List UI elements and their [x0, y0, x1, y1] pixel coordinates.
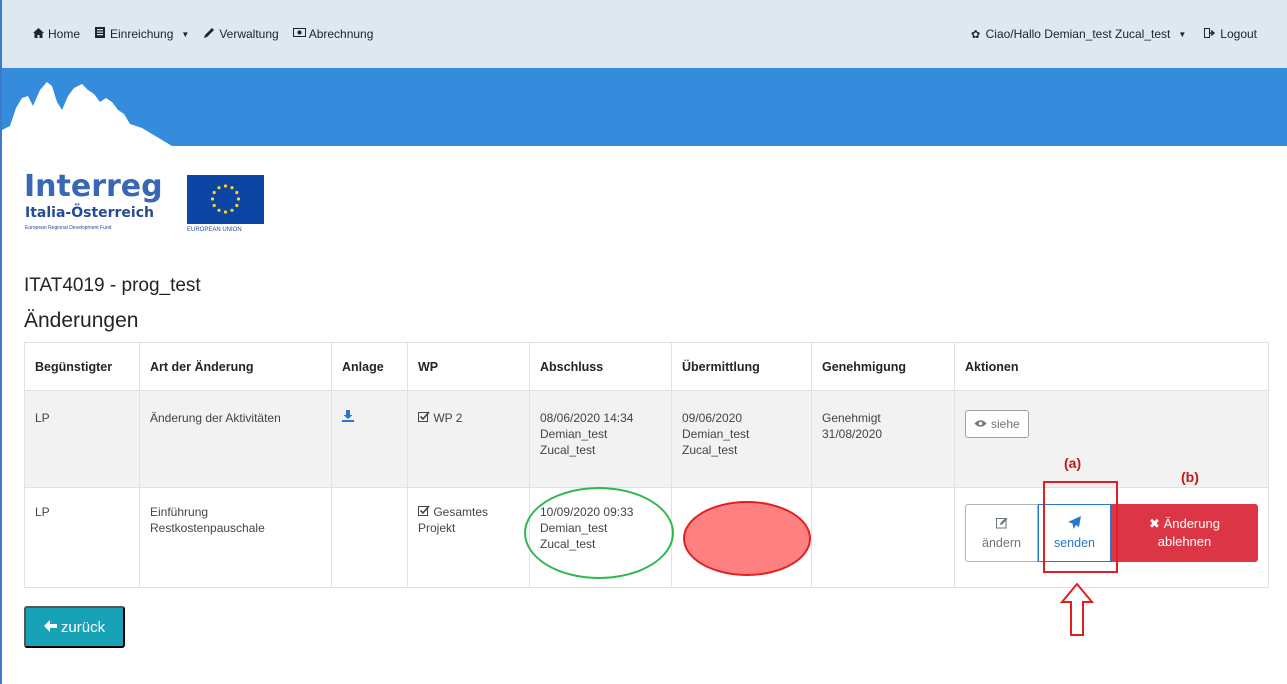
nav-left: Home Einreichung ▼ Verwaltung Abrechnung: [2, 27, 373, 41]
nav-verwaltung[interactable]: Verwaltung: [203, 27, 279, 41]
type-line-1: Einführung: [150, 505, 209, 519]
section-title: Änderungen: [24, 309, 139, 332]
edit-button-label: ändern: [982, 535, 1021, 550]
genehmigung-date: 31/08/2020: [822, 427, 883, 441]
wp-line-2: Projekt: [418, 521, 456, 535]
reject-button-label-2: ablehnen: [1157, 534, 1212, 549]
annotation-red-filled-ellipse: [683, 501, 811, 576]
view-button[interactable]: siehe: [965, 410, 1029, 438]
nav-home[interactable]: Home: [32, 27, 80, 41]
uebermittlung-user-first: Demian_test: [682, 427, 750, 441]
interreg-logo: Interreg Italia-Österreich European Regi…: [24, 172, 264, 234]
cell-genehmigung: Genehmigt 31/08/2020: [811, 390, 955, 488]
logo-fund-label: European Regional Development Fund: [25, 225, 112, 231]
cell-beneficiary: LP: [24, 487, 140, 588]
annotation-label-a: (a): [1064, 455, 1082, 471]
nav-abrechnung[interactable]: Abrechnung: [292, 27, 374, 41]
caret-down-icon: ▼: [181, 29, 190, 39]
reject-button-content: ✖ Änderung ablehnen: [1149, 515, 1220, 551]
nav-user-dropdown[interactable]: ✿ Ciao/Hallo Demian_test Zucal_test ▼: [970, 27, 1187, 41]
abschluss-user-last: Zucal_test: [540, 443, 596, 457]
top-navbar: Home Einreichung ▼ Verwaltung Abrechnung…: [2, 0, 1287, 68]
col-header-aktionen: Aktionen: [954, 342, 1269, 391]
nav-home-label: Home: [48, 27, 81, 41]
times-icon: ✖: [1149, 516, 1160, 531]
abschluss-date: 08/06/2020 14:34: [540, 411, 634, 425]
caret-down-icon: ▼: [1178, 29, 1187, 39]
home-icon: [32, 27, 44, 41]
cell-genehmigung: [811, 487, 955, 588]
edit-button[interactable]: ändern: [965, 504, 1038, 562]
nav-user-label: Ciao/Hallo Demian_test Zucal_test: [985, 27, 1171, 41]
view-button-label: siehe: [991, 417, 1020, 431]
logo-wordmark: Interreg: [24, 169, 163, 204]
cell-type: Änderung der Aktivitäten: [139, 390, 332, 488]
uebermittlung-date: 09/06/2020: [682, 411, 743, 425]
cell-attachment: [331, 390, 408, 488]
back-button[interactable]: zurück: [24, 606, 125, 648]
nav-right: ✿ Ciao/Hallo Demian_test Zucal_test ▼ Lo…: [970, 27, 1287, 41]
mountain-silhouette-icon: [2, 82, 172, 146]
cell-actions: siehe: [954, 390, 1269, 488]
book-icon: [94, 27, 106, 41]
nav-abrechnung-label: Abrechnung: [308, 27, 374, 41]
uebermittlung-user-last: Zucal_test: [682, 443, 738, 457]
sign-out-icon: [1204, 27, 1216, 41]
col-header-wp: WP: [407, 342, 530, 391]
annotation-label-b: (b): [1181, 469, 1199, 485]
cell-abschluss: 08/06/2020 14:34 Demian_test Zucal_test: [529, 390, 672, 488]
genehmigung-status: Genehmigt: [822, 411, 881, 425]
wp-label: WP 2: [433, 411, 463, 425]
cell-attachment: [331, 487, 408, 588]
wp-line-1: Gesamtes: [433, 505, 489, 519]
page-title: ITAT4019 - prog_test: [24, 275, 201, 296]
money-icon: [292, 28, 306, 40]
nav-logout-label: Logout: [1220, 27, 1257, 41]
arrow-left-icon: [43, 619, 57, 636]
eu-flag-icon: [187, 175, 264, 224]
col-header-genehmigung: Genehmigung: [811, 342, 955, 391]
annotation-up-arrow-icon: [1059, 582, 1095, 642]
cell-wp: WP 2: [407, 390, 530, 488]
cell-wp: Gesamtes Projekt: [407, 487, 530, 588]
logo-subtitle: Italia-Österreich: [25, 205, 154, 221]
eu-label: EUROPEAN UNION: [187, 227, 242, 233]
pencil-icon: [203, 27, 215, 41]
reject-change-button[interactable]: ✖ Änderung ablehnen: [1111, 504, 1258, 562]
col-header-art: Art der Änderung: [139, 342, 332, 391]
nav-einreichung-label: Einreichung: [110, 27, 174, 41]
col-header-uebermittlung: Übermittlung: [671, 342, 812, 391]
nav-logout[interactable]: Logout: [1204, 27, 1257, 41]
checkbox-checked-icon: [418, 411, 433, 425]
nav-verwaltung-label: Verwaltung: [219, 27, 279, 41]
cell-beneficiary: LP: [24, 390, 140, 488]
col-header-anlage: Anlage: [331, 342, 408, 391]
annotation-green-ellipse: [524, 487, 674, 579]
col-header-abschluss: Abschluss: [529, 342, 672, 391]
type-line-2: Restkostenpauschale: [150, 521, 265, 535]
table-row: LP Änderung der Aktivitäten WP 2 08/06/2…: [24, 390, 1269, 488]
abschluss-user-first: Demian_test: [540, 427, 608, 441]
col-header-beguenstigter: Begünstigter: [24, 342, 140, 391]
gear-icon: ✿: [971, 28, 981, 41]
back-button-label: zurück: [60, 618, 106, 636]
checkbox-checked-icon: [418, 505, 433, 519]
edit-icon: [995, 517, 1008, 532]
table-header-row: Begünstigter Art der Änderung Anlage WP …: [24, 342, 1269, 391]
cell-uebermittlung: 09/06/2020 Demian_test Zucal_test: [671, 390, 812, 488]
cell-type: Einführung Restkostenpauschale: [139, 487, 332, 588]
header-banner: [2, 68, 1287, 146]
download-icon[interactable]: [342, 410, 354, 425]
reject-button-label-1: Änderung: [1163, 516, 1220, 531]
nav-einreichung-dropdown[interactable]: Einreichung ▼: [94, 27, 189, 41]
annotation-red-box: [1043, 481, 1118, 573]
eye-icon: [974, 417, 987, 431]
